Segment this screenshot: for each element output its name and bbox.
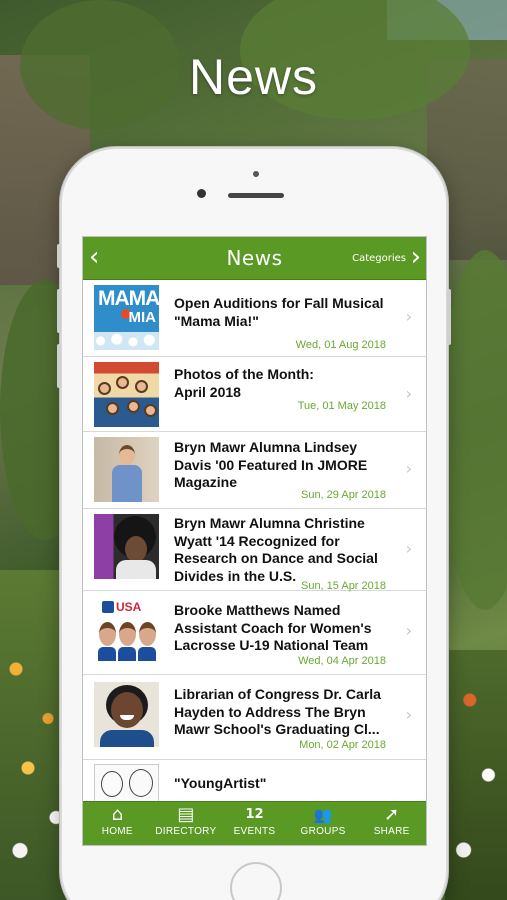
thumbnail-text: MIA	[128, 309, 157, 326]
news-title: Open Auditions for Fall Musical "Mama Mi…	[174, 295, 384, 329]
news-title: Librarian of Congress Dr. Carla Hayden t…	[174, 686, 381, 737]
news-item[interactable]: MAMA MIA Open Auditions for Fall Musical…	[83, 280, 426, 357]
thumbnail-person	[118, 647, 136, 661]
thumbnail-sketch	[129, 769, 153, 797]
background-flowers-right	[445, 650, 507, 900]
tab-home[interactable]: ⌂ HOME	[83, 802, 152, 845]
tab-events[interactable]: 12 EVENTS	[220, 802, 289, 845]
news-date: Wed, 04 Apr 2018	[298, 655, 386, 667]
phone-sensor	[253, 171, 259, 177]
tab-bar: ⌂ HOME ▤ DIRECTORY 12 EVENTS 👥 GROUPS ➚ …	[83, 801, 426, 845]
phone-speaker	[228, 193, 284, 198]
news-item[interactable]: USA Brooke Matthews Named Assistant Coac…	[83, 591, 426, 675]
chevron-right-icon: ›	[405, 307, 412, 326]
thumbnail-person	[98, 647, 116, 661]
hero-title: News	[188, 49, 319, 105]
groups-icon: 👥	[313, 806, 333, 824]
news-thumbnail	[94, 682, 159, 747]
news-date: Tue, 01 May 2018	[297, 400, 386, 412]
news-title: "YoungArtist"	[174, 775, 267, 791]
thumbnail-person	[139, 622, 156, 646]
thumbnail-sketch	[101, 771, 123, 797]
tab-label: GROUPS	[300, 826, 346, 837]
chevron-right-icon: ›	[405, 539, 412, 558]
phone-front-camera	[197, 189, 206, 198]
thumbnail-person	[112, 465, 142, 502]
thumbnail-person	[99, 622, 116, 646]
thumbnail-face	[106, 402, 119, 415]
phone-power-button	[447, 289, 451, 345]
news-item[interactable]: Bryn Mawr Alumna Christine Wyatt '14 Rec…	[83, 509, 426, 592]
app-screen: ‹ News Categories › MAMA MIA Open Auditi…	[82, 236, 427, 846]
chevron-right-icon: ›	[405, 384, 412, 403]
phone-mute-switch	[57, 244, 61, 268]
news-title: Bryn Mawr Alumna Lindsey Davis '00 Featu…	[174, 439, 368, 490]
news-thumbnail: USA	[94, 599, 159, 664]
thumbnail-text: USA	[116, 600, 142, 614]
tab-label: HOME	[101, 826, 133, 837]
tab-label: SHARE	[373, 826, 410, 837]
tab-share[interactable]: ➚ SHARE	[357, 802, 426, 845]
categories-chevron-icon[interactable]: ›	[411, 243, 421, 271]
news-thumbnail	[94, 362, 159, 427]
thumbnail-face	[135, 380, 148, 393]
directory-icon: ▤	[177, 804, 195, 825]
news-title: Brooke Matthews Named Assistant Coach fo…	[174, 602, 372, 653]
news-date: Mon, 02 Apr 2018	[299, 739, 386, 751]
tab-label: DIRECTORY	[155, 826, 217, 837]
news-thumbnail	[94, 437, 159, 502]
news-item[interactable]: Bryn Mawr Alumna Lindsey Davis '00 Featu…	[83, 432, 426, 509]
news-item[interactable]: Librarian of Congress Dr. Carla Hayden t…	[83, 675, 426, 760]
tab-groups[interactable]: 👥 GROUPS	[289, 802, 358, 845]
phone-volume-down	[57, 344, 61, 388]
news-title: Photos of the Month: April 2018	[174, 366, 314, 400]
thumbnail-face	[116, 376, 129, 389]
news-item[interactable]: "YoungArtist"	[83, 760, 426, 801]
news-date: Sun, 29 Apr 2018	[300, 489, 386, 501]
home-icon: ⌂	[111, 804, 124, 825]
thumbnail-person	[138, 647, 156, 661]
nav-bar: ‹ News Categories ›	[83, 237, 426, 280]
share-icon: ➚	[384, 804, 400, 825]
thumbnail-decoration	[94, 332, 159, 350]
categories-button[interactable]: Categories	[352, 253, 406, 264]
thumbnail-person	[116, 560, 156, 579]
chevron-right-icon: ›	[405, 705, 412, 724]
calendar-icon: 12	[245, 807, 264, 822]
thumbnail-person	[111, 692, 143, 728]
chevron-right-icon: ›	[405, 621, 412, 640]
news-thumbnail	[94, 764, 159, 801]
news-item[interactable]: Photos of the Month: April 2018 Tue, 01 …	[83, 357, 426, 432]
thumbnail-face	[144, 404, 157, 417]
chevron-right-icon: ›	[405, 459, 412, 478]
thumbnail-face	[127, 400, 140, 413]
thumbnail-face	[98, 382, 111, 395]
phone-volume-up	[57, 289, 61, 333]
thumbnail-person	[100, 730, 154, 747]
usa-lacrosse-logo-icon	[102, 601, 114, 613]
thumbnail-text: MAMA	[98, 287, 159, 310]
news-title: Bryn Mawr Alumna Christine Wyatt '14 Rec…	[174, 515, 378, 584]
thumbnail-person	[119, 622, 136, 646]
phone-home-button[interactable]	[230, 862, 282, 900]
thumbnail-person	[119, 445, 135, 465]
news-list[interactable]: MAMA MIA Open Auditions for Fall Musical…	[83, 280, 426, 801]
news-date: Wed, 01 Aug 2018	[295, 339, 386, 351]
thumbnail-person	[125, 536, 147, 562]
tab-directory[interactable]: ▤ DIRECTORY	[152, 802, 221, 845]
tab-label: EVENTS	[233, 826, 276, 837]
news-thumbnail	[94, 514, 159, 579]
news-thumbnail: MAMA MIA	[94, 285, 159, 350]
